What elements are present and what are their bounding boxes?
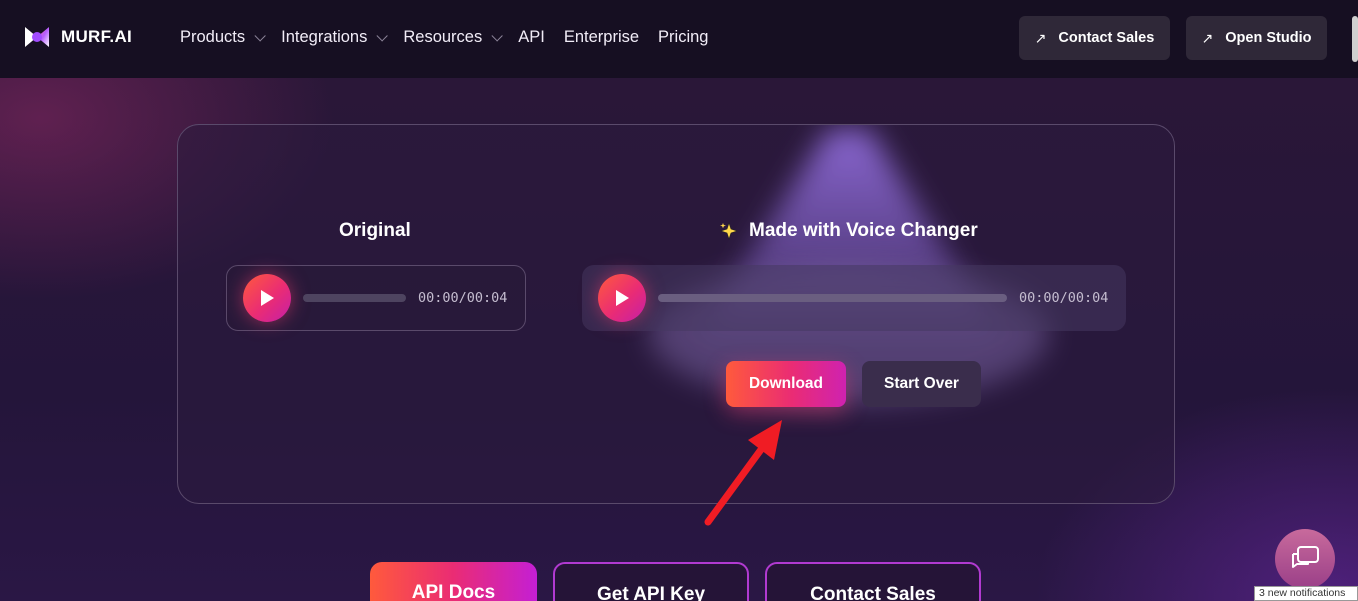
get-api-key-button[interactable]: Get API Key — [553, 562, 749, 601]
nav-item-products[interactable]: Products — [180, 28, 266, 47]
scrollbar[interactable] — [1352, 16, 1358, 62]
nav-item-api[interactable]: API — [518, 28, 545, 47]
time-readout: 00:00/00:04 — [1019, 290, 1109, 306]
nav-item-label: Enterprise — [563, 28, 640, 46]
original-audio-player: 00:00/00:04 — [226, 265, 526, 331]
contact-sales-bottom-button[interactable]: Contact Sales — [765, 562, 981, 601]
chevron-down-icon — [491, 29, 504, 42]
nav-item-label: API — [518, 28, 545, 46]
play-button[interactable] — [243, 274, 291, 322]
brand-name: MURF.AI — [61, 27, 133, 46]
nav-item-resources[interactable]: Resources — [403, 28, 504, 47]
chevron-down-icon — [254, 29, 266, 42]
play-icon — [616, 290, 629, 306]
annotation-arrow — [704, 420, 782, 526]
time-readout: 00:00/00:04 — [418, 290, 508, 306]
nav-links: Products Integrations Resources API Ente… — [180, 28, 727, 47]
sparkles-icon — [720, 222, 738, 240]
progress-track[interactable] — [658, 294, 1007, 302]
made-title-label: Made with Voice Changer — [749, 220, 978, 241]
nav-item-label: Resources — [403, 28, 483, 46]
chat-icon — [1292, 546, 1319, 568]
nav-item-enterprise[interactable]: Enterprise — [564, 28, 639, 47]
start-over-button[interactable]: Start Over — [862, 361, 981, 407]
voice-changer-audio-player: 00:00/00:04 — [582, 265, 1126, 331]
download-button[interactable]: Download — [726, 361, 846, 407]
nav-item-pricing[interactable]: Pricing — [658, 28, 708, 47]
top-nav: MURF.AI Products Integrations Resources … — [0, 0, 1358, 78]
made-title: Made with Voice Changer — [719, 220, 978, 242]
contact-sales-button[interactable]: ↗ Contact Sales — [1019, 16, 1170, 60]
chat-widget-button[interactable] — [1275, 529, 1335, 589]
open-studio-label: Open Studio — [1225, 30, 1312, 46]
nav-item-label: Pricing — [658, 28, 709, 46]
brand-logo[interactable]: MURF.AI — [24, 24, 132, 50]
original-title: Original — [339, 220, 411, 241]
murf-logo-icon — [24, 24, 50, 50]
chevron-down-icon — [376, 29, 389, 42]
progress-track[interactable] — [303, 294, 406, 302]
play-icon — [261, 290, 274, 306]
arrow-up-right-icon: ↗ — [1201, 29, 1214, 46]
play-button[interactable] — [598, 274, 646, 322]
open-studio-button[interactable]: ↗ Open Studio — [1186, 16, 1327, 60]
nav-item-integrations[interactable]: Integrations — [281, 28, 389, 47]
arrow-up-right-icon: ↗ — [1034, 29, 1047, 46]
api-docs-button[interactable]: API Docs — [370, 562, 537, 601]
nav-item-label: Integrations — [281, 28, 368, 46]
notifications-badge[interactable]: 3 new notifications — [1254, 586, 1358, 601]
contact-sales-label: Contact Sales — [1058, 30, 1155, 46]
nav-item-label: Products — [180, 28, 246, 46]
